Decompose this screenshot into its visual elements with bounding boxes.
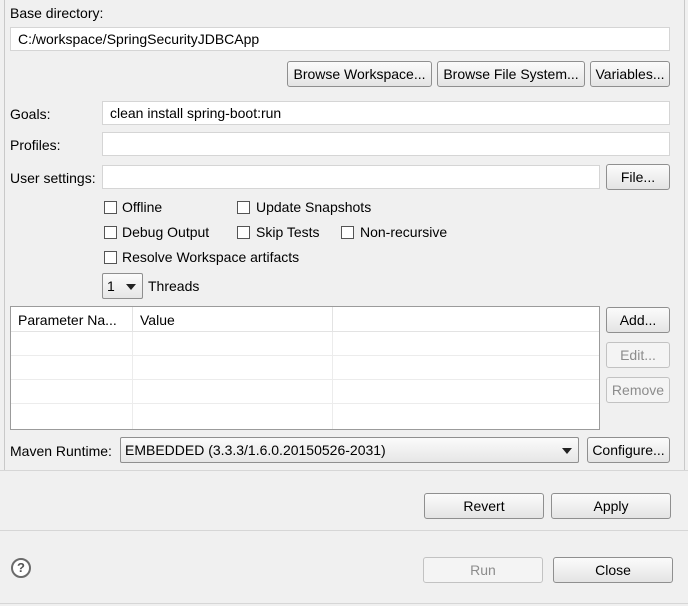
offline-checkbox[interactable]: [104, 201, 117, 214]
update-snapshots-label: Update Snapshots: [256, 199, 372, 215]
remove-parameter-button[interactable]: Remove: [606, 377, 670, 403]
resolve-workspace-label: Resolve Workspace artifacts: [122, 249, 300, 265]
profiles-label: Profiles:: [10, 137, 61, 153]
dialog-separator: [0, 530, 688, 531]
browse-workspace-button[interactable]: Browse Workspace...: [287, 61, 432, 87]
debug-output-label: Debug Output: [122, 224, 210, 240]
panel-bottom-border: [0, 470, 688, 471]
offline-label: Offline: [122, 199, 163, 215]
skip-tests-checkbox[interactable]: [237, 226, 250, 239]
revert-button[interactable]: Revert: [424, 493, 544, 519]
maven-runtime-value: EMBEDDED (3.3.3/1.6.0.20150526-2031): [125, 442, 386, 458]
non-recursive-label: Non-recursive: [360, 224, 448, 240]
run-button[interactable]: Run: [423, 557, 543, 583]
file-button[interactable]: File...: [606, 164, 670, 190]
configure-button[interactable]: Configure...: [587, 437, 670, 463]
user-settings-label: User settings:: [10, 170, 96, 186]
base-directory-field[interactable]: C:/workspace/SpringSecurityJDBCApp: [10, 27, 670, 51]
help-icon[interactable]: ?: [11, 558, 31, 578]
profiles-field[interactable]: [102, 132, 670, 156]
maven-runtime-select[interactable]: EMBEDDED (3.3.3/1.6.0.20150526-2031): [120, 437, 579, 463]
non-recursive-checkbox[interactable]: [341, 226, 354, 239]
variables-button[interactable]: Variables...: [590, 61, 670, 87]
browse-file-system-button[interactable]: Browse File System...: [437, 61, 585, 87]
skip-tests-label: Skip Tests: [256, 224, 320, 240]
chevron-down-icon: [562, 448, 572, 454]
add-parameter-button[interactable]: Add...: [606, 307, 670, 333]
window-bottom-border: [0, 603, 688, 604]
table-row: [11, 380, 599, 404]
threads-label: Threads: [148, 278, 200, 294]
user-settings-field[interactable]: [102, 165, 600, 189]
debug-output-checkbox[interactable]: [104, 226, 117, 239]
goals-label: Goals:: [10, 106, 51, 122]
chevron-down-icon: [126, 284, 136, 290]
column-header-filler: [333, 307, 599, 332]
maven-runtime-label: Maven Runtime:: [10, 443, 112, 459]
column-header-value[interactable]: Value: [133, 307, 333, 332]
table-row: [11, 404, 599, 428]
column-header-parameter-name[interactable]: Parameter Na...: [11, 307, 133, 332]
table-row: [11, 332, 599, 356]
update-snapshots-checkbox[interactable]: [237, 201, 250, 214]
table-row: [11, 356, 599, 380]
resolve-workspace-checkbox[interactable]: [104, 251, 117, 264]
parameters-table[interactable]: Parameter Na... Value: [10, 306, 600, 430]
base-directory-label: Base directory:: [10, 5, 104, 21]
threads-select[interactable]: 1: [102, 273, 143, 299]
close-button[interactable]: Close: [553, 557, 673, 583]
edit-parameter-button[interactable]: Edit...: [606, 342, 670, 368]
apply-button[interactable]: Apply: [551, 493, 671, 519]
threads-value: 1: [107, 278, 115, 294]
goals-field[interactable]: clean install spring-boot:run: [102, 101, 670, 125]
